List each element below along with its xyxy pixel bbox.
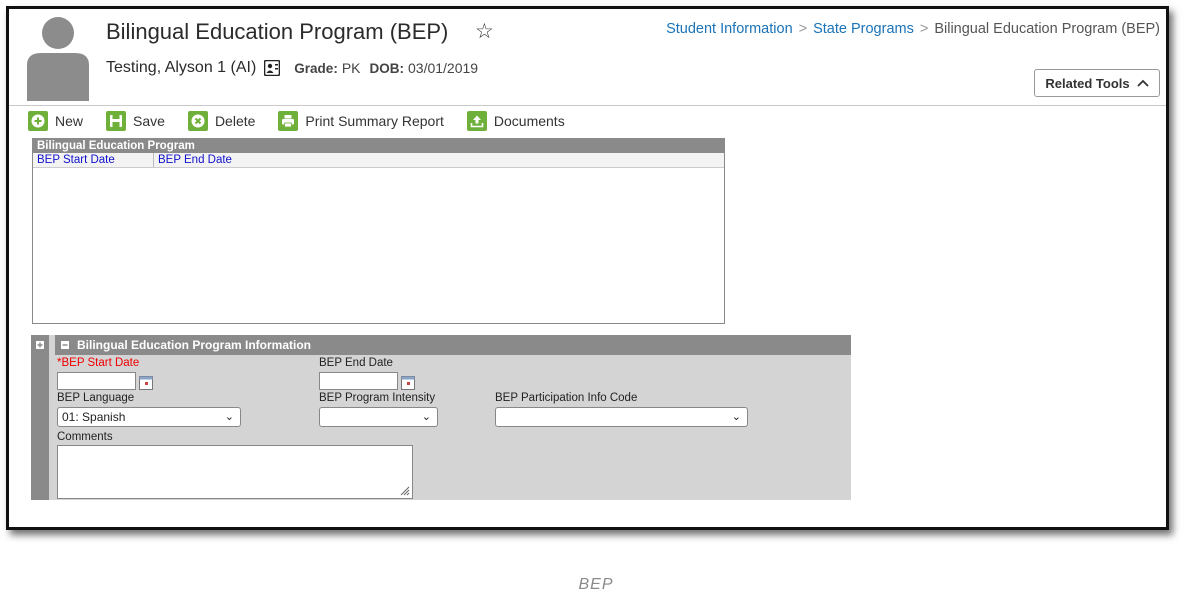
list-title: Bilingual Education Program — [33, 139, 724, 153]
bep-detail-panel: Bilingual Education Program Information … — [31, 335, 851, 500]
related-tools-button[interactable]: Related Tools — [1034, 69, 1160, 97]
figure-caption: BEP — [578, 576, 614, 593]
dob-label: DOB: — [369, 60, 405, 76]
delete-button[interactable]: Delete — [187, 111, 256, 131]
comments-textarea[interactable] — [57, 445, 413, 499]
language-label: BEP Language — [57, 392, 135, 404]
dob-value: 03/01/2019 — [408, 60, 479, 76]
end-date-label: BEP End Date — [319, 357, 393, 369]
delete-icon — [187, 111, 208, 131]
participation-select[interactable]: ⌄ — [495, 407, 748, 427]
print-summary-report-button[interactable]: Print Summary Report — [278, 111, 444, 131]
comments-label: Comments — [57, 431, 113, 443]
calendar-icon[interactable] — [401, 376, 415, 390]
upload-icon — [466, 111, 487, 131]
grade-label: Grade: — [294, 60, 338, 76]
plus-icon — [28, 111, 48, 131]
app-window: Bilingual Education Program (BEP) ☆ Stud… — [6, 6, 1169, 530]
related-tools-label: Related Tools — [1045, 75, 1130, 91]
breadcrumb: Student Information > State Programs > Bilin… — [666, 21, 1160, 37]
intensity-label: BEP Program Intensity — [319, 392, 436, 404]
chevron-down-icon: ⌄ — [421, 411, 431, 423]
printer-icon — [278, 111, 299, 131]
save-label: Save — [133, 113, 165, 129]
chevron-right-icon: > — [919, 21, 929, 37]
page-header: Bilingual Education Program (BEP) ☆ Stud… — [9, 9, 1166, 106]
new-label: New — [55, 113, 84, 129]
bep-record-list: Bilingual Education Program BEP Start Da… — [32, 138, 725, 324]
page-title: Bilingual Education Program (BEP) — [106, 19, 449, 44]
chevron-down-icon: ⌄ — [731, 411, 741, 423]
grade-value: PK — [341, 60, 361, 76]
new-button[interactable]: New — [28, 111, 83, 131]
delete-label: Delete — [214, 113, 256, 129]
resize-handle-icon[interactable] — [400, 486, 410, 496]
language-value: 01: Spanish — [62, 410, 126, 424]
chevron-down-icon: ⌄ — [224, 411, 234, 423]
language-select[interactable]: 01: Spanish ⌄ — [57, 407, 241, 427]
star-icon[interactable]: ☆ — [475, 19, 494, 44]
chevron-right-icon: > — [798, 21, 808, 37]
expand-icon[interactable] — [36, 341, 44, 349]
column-bep-start-date[interactable]: BEP Start Date — [33, 153, 154, 167]
action-toolbar: New Save Delete Print Summary Report Doc… — [28, 109, 588, 133]
list-header-row: BEP Start Date BEP End Date — [33, 153, 724, 168]
student-summary: Testing, Alyson 1 (AI) Grade: PK DOB: 03… — [106, 59, 487, 77]
print-summary-report-label: Print Summary Report — [305, 113, 444, 129]
start-date-input[interactable] — [57, 372, 136, 390]
start-date-label: *BEP Start Date — [57, 357, 140, 369]
save-button[interactable]: Save — [106, 111, 165, 131]
documents-label: Documents — [493, 113, 565, 129]
detail-title-text: Bilingual Education Program Information — [77, 338, 312, 352]
breadcrumb-current: Bilingual Education Program (BEP) — [934, 21, 1160, 37]
breadcrumb-student-information[interactable]: Student Information — [666, 21, 793, 37]
chevron-up-icon — [1137, 79, 1149, 87]
breadcrumb-state-programs[interactable]: State Programs — [813, 21, 914, 37]
detail-title: Bilingual Education Program Information — [55, 335, 851, 355]
id-card-icon[interactable] — [264, 60, 281, 76]
participation-label: BEP Participation Info Code — [495, 392, 638, 404]
save-icon — [106, 111, 127, 131]
documents-button[interactable]: Documents — [466, 111, 565, 131]
intensity-select[interactable]: ⌄ — [319, 407, 438, 427]
avatar — [27, 17, 89, 101]
collapse-icon[interactable] — [61, 341, 69, 349]
column-bep-end-date[interactable]: BEP End Date — [154, 153, 282, 167]
end-date-input[interactable] — [319, 372, 398, 390]
student-name: Testing, Alyson 1 (AI) — [106, 59, 257, 76]
calendar-icon[interactable] — [139, 376, 153, 390]
detail-side-bar — [31, 335, 49, 500]
